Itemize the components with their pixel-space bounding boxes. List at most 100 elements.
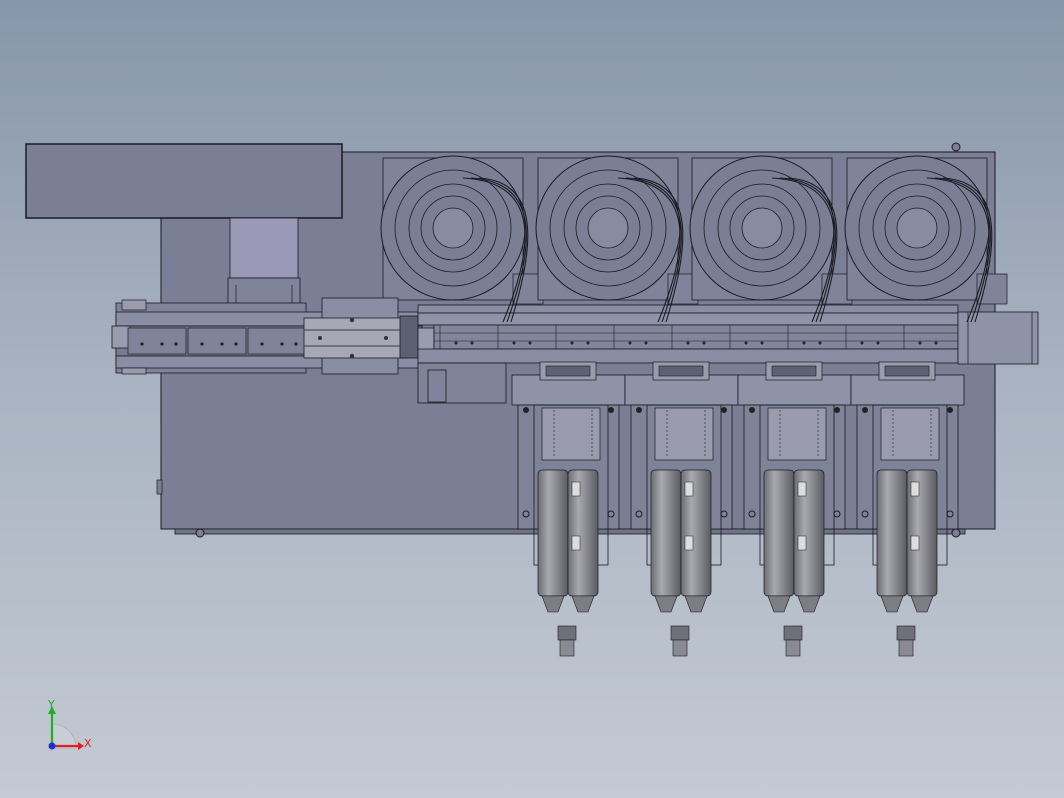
main-rail-bolt	[454, 341, 458, 345]
main-rail-bolt	[760, 341, 764, 345]
main-rail-mount	[417, 304, 959, 314]
y-axis-label: Y	[47, 698, 55, 711]
nozzle-tip	[559, 639, 575, 657]
base-foot	[195, 528, 205, 538]
syringe-label	[797, 481, 807, 497]
main-rail-bolt	[644, 341, 648, 345]
dispenser-valve-body	[880, 407, 940, 461]
syringe-taper	[910, 595, 934, 613]
coupling-block	[417, 327, 435, 351]
rail-segment-bolt	[260, 342, 264, 346]
main-rail-bolt	[802, 341, 806, 345]
main-rail-bolt	[702, 341, 706, 345]
rail-segment	[187, 327, 247, 355]
syringe-label	[571, 481, 581, 497]
frame-bolt	[636, 407, 642, 413]
z-axis-dot	[48, 742, 56, 750]
rail-segments	[127, 327, 307, 355]
syringe-barrel	[763, 469, 795, 597]
rail-segment	[127, 327, 187, 355]
base-foot	[951, 142, 961, 152]
coordinate-triad[interactable]: X Y	[47, 698, 92, 750]
frame-bolt	[834, 407, 840, 413]
rail-segment-bolt	[234, 342, 238, 346]
slider-bolt	[349, 353, 355, 359]
main-rail-bolt	[686, 341, 690, 345]
dispenser-clamp-band	[884, 365, 930, 377]
syringe-taper	[880, 595, 904, 613]
main-rail-bolt	[918, 341, 922, 345]
rail-segment-bolt	[160, 342, 164, 346]
syringe-label	[797, 535, 807, 551]
slider-bolt	[384, 336, 388, 340]
main-rail-bolt	[628, 341, 632, 345]
syringe-taper	[541, 595, 565, 613]
main-rail-bolt	[934, 341, 938, 345]
rail-segment-bolt	[220, 342, 224, 346]
main-rail-bottom	[417, 348, 959, 364]
main-rail-top	[417, 312, 959, 326]
syringe-barrel	[876, 469, 908, 597]
output-chute	[957, 311, 1039, 365]
dispenser-clamp-band	[771, 365, 817, 377]
main-rail-bolt	[860, 341, 864, 345]
feed-inlet-cap	[121, 299, 147, 311]
slider-bolt	[349, 317, 355, 323]
spool-hub	[587, 207, 629, 249]
frame-bolt	[862, 407, 868, 413]
base-side-block	[156, 479, 163, 495]
dispenser-valve-body	[541, 407, 601, 461]
triad-backplane	[51, 723, 77, 749]
nozzle-tip	[785, 639, 801, 657]
syringe-label	[684, 481, 694, 497]
slider-bolt	[318, 336, 322, 340]
support-cylinder	[229, 217, 299, 279]
main-rail-bolt	[570, 341, 574, 345]
rail-segment-bolt	[200, 342, 204, 346]
syringe-taper	[654, 595, 678, 613]
syringe-taper	[571, 595, 595, 613]
syringe-label	[684, 535, 694, 551]
frame-bolt	[749, 407, 755, 413]
nozzle-nut	[896, 625, 916, 641]
frame-bolt	[947, 407, 953, 413]
syringe-label	[910, 535, 920, 551]
dispenser-valve-body	[767, 407, 827, 461]
nozzle-tip	[672, 639, 688, 657]
nozzle-nut	[557, 625, 577, 641]
syringe-taper	[797, 595, 821, 613]
syringe-taper	[767, 595, 791, 613]
rail-segment-bolt	[294, 342, 298, 346]
syringe-barrel	[650, 469, 682, 597]
cad-viewport[interactable]: X Y	[0, 0, 1064, 798]
main-rail-bolt	[744, 341, 748, 345]
main-rail-bolt	[586, 341, 590, 345]
main-rail-bolt	[818, 341, 822, 345]
rail-segment-bolt	[140, 342, 144, 346]
main-rail-channel	[433, 324, 959, 350]
spool-hub	[896, 207, 938, 249]
feed-inlet-cap	[121, 367, 147, 375]
syringe-barrel	[537, 469, 569, 597]
main-rail-bolt	[876, 341, 880, 345]
x-axis-label: X	[84, 737, 92, 750]
upper-housing	[25, 143, 343, 219]
nozzle-nut	[783, 625, 803, 641]
main-rail-bolt	[512, 341, 516, 345]
coupling	[399, 315, 419, 359]
frame-bolt	[608, 407, 614, 413]
main-rail-bolt	[528, 341, 532, 345]
machine-assembly-model[interactable]: X Y	[0, 0, 1064, 798]
rail-segment-bolt	[174, 342, 178, 346]
rail-segment	[247, 327, 307, 355]
feed-inlet	[111, 325, 131, 349]
spool-hub	[432, 207, 474, 249]
nozzle-nut	[670, 625, 690, 641]
spool-hub	[741, 207, 783, 249]
frame-bolt	[523, 407, 529, 413]
frame-bolt	[721, 407, 727, 413]
nozzle-tip	[898, 639, 914, 657]
main-rail-bolt	[470, 341, 474, 345]
dispenser-clamp-band	[545, 365, 591, 377]
syringe-label	[910, 481, 920, 497]
